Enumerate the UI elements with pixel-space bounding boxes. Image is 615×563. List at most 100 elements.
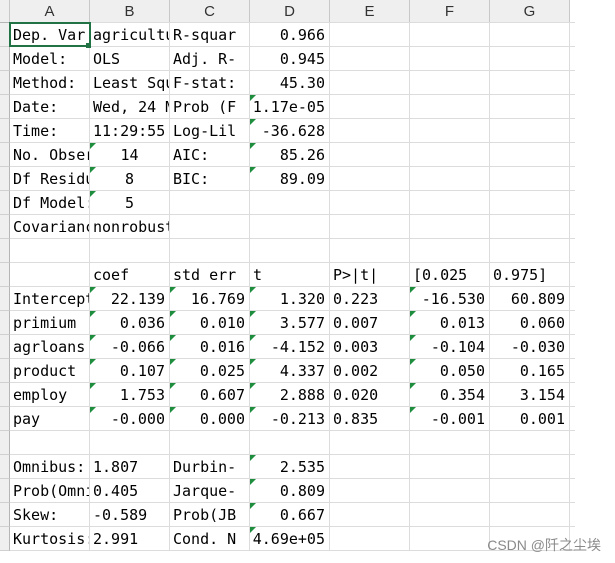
cell-f15[interactable]: 0.050 bbox=[410, 359, 489, 383]
cell-a19[interactable]: Omnibus: bbox=[10, 455, 89, 479]
cell-b8[interactable]: 5 bbox=[90, 191, 169, 215]
cell-c21[interactable]: Prob(JB bbox=[170, 503, 249, 527]
cell-d17[interactable]: -0.213 bbox=[250, 407, 329, 431]
cell-d1[interactable]: 0.966 bbox=[250, 23, 329, 47]
cell-g14[interactable]: -0.030 bbox=[490, 335, 569, 359]
cell-b7[interactable]: 8 bbox=[90, 167, 169, 191]
cell-b20[interactable]: 0.405 bbox=[90, 479, 169, 503]
cell-d18[interactable] bbox=[250, 431, 329, 455]
row-header[interactable] bbox=[0, 191, 10, 215]
cell-f8[interactable] bbox=[410, 191, 489, 215]
cell-d20[interactable]: 0.809 bbox=[250, 479, 329, 503]
cell-e21[interactable] bbox=[330, 503, 409, 527]
cell-g3[interactable] bbox=[490, 71, 569, 95]
cell-g1[interactable] bbox=[490, 23, 569, 47]
row-header[interactable] bbox=[0, 527, 10, 551]
cell-f21[interactable] bbox=[410, 503, 489, 527]
cell-e16[interactable]: 0.020 bbox=[330, 383, 409, 407]
cell-g19[interactable] bbox=[490, 455, 569, 479]
cell-b1[interactable]: agricultu bbox=[90, 23, 169, 47]
cell-c15[interactable]: 0.025 bbox=[170, 359, 249, 383]
cell-c12[interactable]: 16.769 bbox=[170, 287, 249, 311]
cell-e15[interactable]: 0.002 bbox=[330, 359, 409, 383]
fill-handle[interactable] bbox=[86, 43, 91, 48]
cell-e5[interactable] bbox=[330, 119, 409, 143]
cell-e7[interactable] bbox=[330, 167, 409, 191]
cell-f1[interactable] bbox=[410, 23, 489, 47]
cell-f3[interactable] bbox=[410, 71, 489, 95]
cell-e1[interactable] bbox=[330, 23, 409, 47]
cell-e18[interactable] bbox=[330, 431, 409, 455]
cell-e6[interactable] bbox=[330, 143, 409, 167]
cell-c16[interactable]: 0.607 bbox=[170, 383, 249, 407]
cell-a22[interactable]: Kurtosis: bbox=[10, 527, 89, 551]
cell-g10[interactable] bbox=[490, 239, 569, 263]
row-header[interactable] bbox=[0, 167, 10, 191]
cell-f5[interactable] bbox=[410, 119, 489, 143]
cell-d2[interactable]: 0.945 bbox=[250, 47, 329, 71]
cell-d22[interactable]: 4.69e+05 bbox=[250, 527, 329, 551]
cell-a5[interactable]: Time: bbox=[10, 119, 89, 143]
cell-c5[interactable]: Log-Lil bbox=[170, 119, 249, 143]
cell-d11[interactable]: t bbox=[250, 263, 329, 287]
cell-d6[interactable]: 85.26 bbox=[250, 143, 329, 167]
row-header[interactable] bbox=[0, 287, 10, 311]
cell-a7[interactable]: Df Residu bbox=[10, 167, 89, 191]
cell-b15[interactable]: 0.107 bbox=[90, 359, 169, 383]
cell-d8[interactable] bbox=[250, 191, 329, 215]
cell-a12[interactable]: Intercept bbox=[10, 287, 89, 311]
cell-b16[interactable]: 1.753 bbox=[90, 383, 169, 407]
cell-c17[interactable]: 0.000 bbox=[170, 407, 249, 431]
cell-g2[interactable] bbox=[490, 47, 569, 71]
cell-c11[interactable]: std err bbox=[170, 263, 249, 287]
cell-b3[interactable]: Least Squ bbox=[90, 71, 169, 95]
row-header[interactable] bbox=[0, 431, 10, 455]
cell-a3[interactable]: Method: bbox=[10, 71, 89, 95]
cell-c7[interactable]: BIC: bbox=[170, 167, 249, 191]
cell-f22[interactable] bbox=[410, 527, 489, 551]
cell-d16[interactable]: 2.888 bbox=[250, 383, 329, 407]
cell-d21[interactable]: 0.667 bbox=[250, 503, 329, 527]
cell-a4[interactable]: Date: bbox=[10, 95, 89, 119]
cell-g8[interactable] bbox=[490, 191, 569, 215]
row-header[interactable] bbox=[0, 47, 10, 71]
column-header-d[interactable]: D bbox=[250, 0, 330, 23]
cell-b10[interactable] bbox=[90, 239, 169, 263]
cell-e20[interactable] bbox=[330, 479, 409, 503]
cell-f7[interactable] bbox=[410, 167, 489, 191]
cell-c4[interactable]: Prob (F bbox=[170, 95, 249, 119]
cell-d9[interactable] bbox=[250, 215, 329, 239]
cell-b14[interactable]: -0.066 bbox=[90, 335, 169, 359]
cell-e4[interactable] bbox=[330, 95, 409, 119]
cell-a17[interactable]: pay bbox=[10, 407, 89, 431]
cell-a20[interactable]: Prob(Omni bbox=[10, 479, 89, 503]
cell-f18[interactable] bbox=[410, 431, 489, 455]
row-header[interactable] bbox=[0, 407, 10, 431]
cell-b9[interactable]: nonrobust bbox=[90, 215, 169, 239]
cell-d14[interactable]: -4.152 bbox=[250, 335, 329, 359]
cell-c18[interactable] bbox=[170, 431, 249, 455]
cell-a13[interactable]: primium bbox=[10, 311, 89, 335]
cell-b11[interactable]: coef bbox=[90, 263, 169, 287]
row-header[interactable] bbox=[0, 215, 10, 239]
column-header-c[interactable]: C bbox=[170, 0, 250, 23]
cell-f9[interactable] bbox=[410, 215, 489, 239]
cell-c13[interactable]: 0.010 bbox=[170, 311, 249, 335]
row-header[interactable] bbox=[0, 311, 10, 335]
row-header[interactable] bbox=[0, 239, 10, 263]
row-header[interactable] bbox=[0, 359, 10, 383]
column-header-b[interactable]: B bbox=[90, 0, 170, 23]
cell-c1[interactable]: R-squar bbox=[170, 23, 249, 47]
cell-b2[interactable]: OLS bbox=[90, 47, 169, 71]
cell-d5[interactable]: -36.628 bbox=[250, 119, 329, 143]
cell-e14[interactable]: 0.003 bbox=[330, 335, 409, 359]
cell-c10[interactable] bbox=[170, 239, 249, 263]
cell-a14[interactable]: agrloans bbox=[10, 335, 89, 359]
cell-g4[interactable] bbox=[490, 95, 569, 119]
cell-f2[interactable] bbox=[410, 47, 489, 71]
cell-d10[interactable] bbox=[250, 239, 329, 263]
row-header[interactable] bbox=[0, 263, 10, 287]
cell-g18[interactable] bbox=[490, 431, 569, 455]
cell-b13[interactable]: 0.036 bbox=[90, 311, 169, 335]
cell-g13[interactable]: 0.060 bbox=[490, 311, 569, 335]
